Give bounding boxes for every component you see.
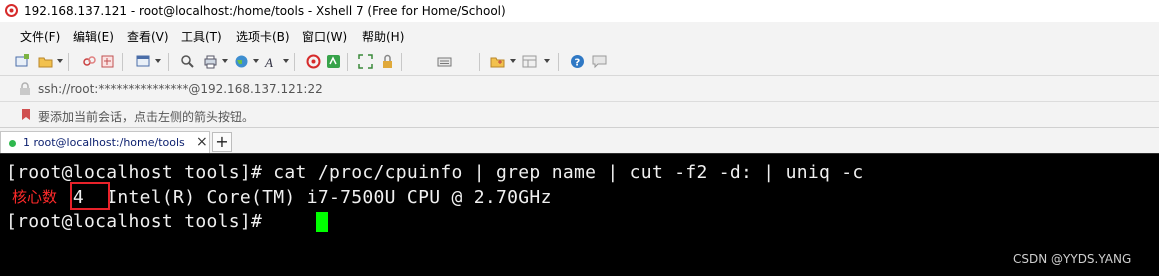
toolbar-separator bbox=[558, 53, 559, 71]
watermark: CSDN @YYDS.YANG bbox=[1013, 252, 1132, 266]
new-session-icon[interactable] bbox=[15, 54, 30, 69]
chevron-down-icon[interactable] bbox=[155, 59, 161, 63]
menu-file[interactable]: 文件(F) bbox=[20, 28, 60, 45]
session-hint-text: 要添加当前会话，点击左侧的箭头按钮。 bbox=[38, 110, 255, 124]
close-icon[interactable]: × bbox=[196, 134, 208, 150]
terminal-line: [root@localhost tools]# bbox=[6, 211, 274, 232]
xftp-icon[interactable] bbox=[326, 54, 341, 69]
xshell-icon[interactable] bbox=[306, 54, 321, 69]
globe-icon[interactable] bbox=[234, 54, 249, 69]
menu-tabs[interactable]: 选项卡(B) bbox=[236, 28, 290, 45]
add-tab-button[interactable]: + bbox=[212, 132, 232, 152]
chat-icon[interactable] bbox=[592, 54, 607, 69]
window-title: 192.168.137.121 - root@localhost:/home/t… bbox=[24, 4, 506, 18]
disconnect-icon[interactable] bbox=[82, 54, 97, 69]
chevron-down-icon[interactable] bbox=[510, 59, 516, 63]
menu-bar: 文件(F) 编辑(E) 查看(V) 工具(T) 选项卡(B) 窗口(W) 帮助(… bbox=[0, 22, 1159, 48]
menu-help[interactable]: 帮助(H) bbox=[362, 28, 404, 45]
toolbar-separator bbox=[68, 53, 69, 71]
print-icon[interactable] bbox=[203, 54, 218, 69]
annotation-box bbox=[70, 182, 110, 210]
session-hint-bar: 要添加当前会话，点击左侧的箭头按钮。 bbox=[0, 102, 1159, 128]
new-tab-icon[interactable] bbox=[136, 54, 151, 69]
toolbar-separator bbox=[122, 53, 123, 71]
open-folder-icon[interactable] bbox=[38, 54, 53, 69]
lock-icon bbox=[20, 82, 30, 95]
svg-text:A: A bbox=[264, 55, 273, 69]
toolbar-separator bbox=[479, 53, 480, 71]
address-bar: ssh://root:***************@192.168.137.1… bbox=[0, 76, 1159, 102]
chevron-down-icon[interactable] bbox=[544, 59, 550, 63]
menu-edit[interactable]: 编辑(E) bbox=[73, 28, 114, 45]
reconnect-icon[interactable] bbox=[100, 54, 115, 69]
fullscreen-icon[interactable] bbox=[358, 54, 373, 69]
xshell-logo-icon bbox=[5, 4, 18, 17]
toolbar-separator bbox=[168, 53, 169, 71]
tab-bar: 1 root@localhost:/home/tools × + bbox=[0, 128, 1159, 154]
toolbar: A ? bbox=[0, 48, 1159, 76]
toolbar-separator bbox=[347, 53, 348, 71]
terminal-cursor bbox=[316, 212, 328, 232]
toolbar-separator bbox=[294, 53, 295, 71]
tab-session-label: 1 root@localhost:/home/tools bbox=[23, 136, 185, 149]
menu-window[interactable]: 窗口(W) bbox=[302, 28, 347, 45]
find-icon[interactable] bbox=[180, 54, 195, 69]
chevron-down-icon[interactable] bbox=[57, 59, 63, 63]
annotation-label: 核心数 bbox=[12, 188, 58, 206]
script-icon[interactable] bbox=[490, 54, 505, 69]
chevron-down-icon[interactable] bbox=[253, 59, 259, 63]
title-bar: 192.168.137.121 - root@localhost:/home/t… bbox=[0, 0, 1159, 22]
bookmark-icon[interactable] bbox=[20, 108, 32, 121]
connection-status-icon bbox=[9, 140, 16, 147]
help-icon[interactable]: ? bbox=[570, 54, 585, 69]
session-address[interactable]: ssh://root:***************@192.168.137.1… bbox=[38, 82, 323, 96]
toolbar-separator bbox=[401, 53, 402, 71]
menu-view[interactable]: 查看(V) bbox=[127, 28, 169, 45]
tab-session[interactable]: 1 root@localhost:/home/tools × bbox=[0, 131, 210, 154]
svg-text:?: ? bbox=[575, 58, 581, 69]
lock-icon[interactable] bbox=[380, 54, 395, 69]
chevron-down-icon[interactable] bbox=[222, 59, 228, 63]
terminal-line: [root@localhost tools]# cat /proc/cpuinf… bbox=[6, 162, 864, 183]
keyboard-icon[interactable] bbox=[437, 54, 452, 69]
chevron-down-icon[interactable] bbox=[283, 59, 289, 63]
font-icon[interactable]: A bbox=[264, 54, 279, 69]
menu-tools[interactable]: 工具(T) bbox=[181, 28, 222, 45]
layout-icon[interactable] bbox=[522, 54, 537, 69]
